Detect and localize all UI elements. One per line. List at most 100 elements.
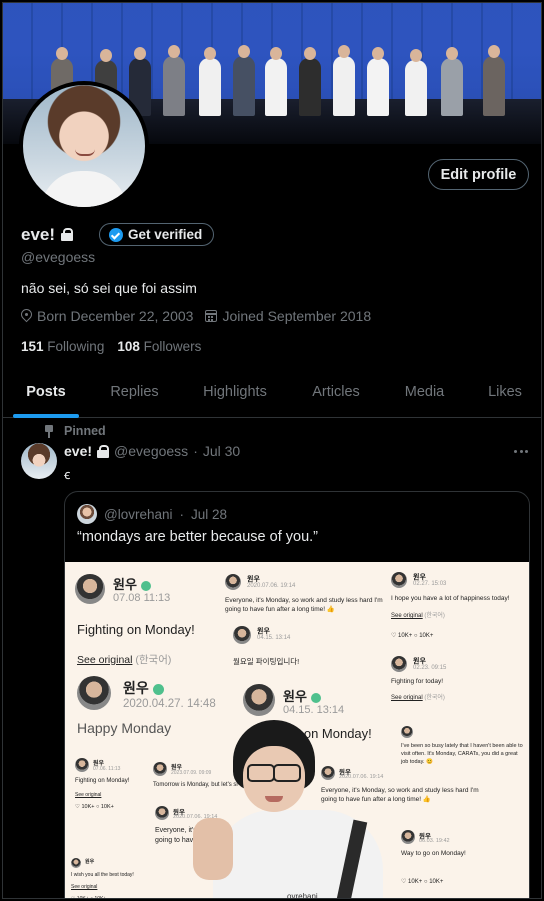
quoted-post-header: @lovrehani · Jul 28 (77, 504, 227, 524)
card-date: 04.15. 13:14 (257, 635, 291, 641)
post-author-handle[interactable]: @evegoess (114, 443, 188, 459)
card-name: 원우 (413, 658, 426, 665)
quoted-post-text: “mondays are better because of you.” (77, 529, 318, 545)
tab-articles[interactable]: Articles (290, 366, 382, 418)
profile-tabs: Posts Replies Highlights Articles Media … (3, 366, 541, 418)
quoted-post-date: Jul 28 (191, 506, 228, 522)
tab-media-label: Media (404, 384, 445, 400)
quoted-post-image[interactable]: 원우 07.08 11:13 Fighting on Monday! See o… (65, 562, 529, 899)
image-watermark: ovrehani (287, 892, 318, 899)
active-tab-indicator (13, 414, 79, 418)
pinned-label: Pinned (64, 424, 106, 438)
tab-highlights-label: Highlights (203, 384, 267, 400)
card-name: 원우 (247, 576, 260, 583)
card-name: 원우 (113, 577, 137, 592)
pin-icon (44, 424, 54, 438)
card-message: I hope you have a lot of happiness today… (391, 595, 510, 602)
see-original-link: See original (391, 613, 423, 619)
likes-count: 10K+ (76, 896, 89, 899)
post-date[interactable]: Jul 30 (203, 443, 240, 459)
following-link[interactable]: 151 Following (21, 339, 104, 354)
card-message: I wish you all the best today! (71, 872, 134, 878)
card-message: Everyone, it's Monday, so work and study… (225, 597, 383, 613)
quoted-author-handle: @lovrehani (104, 506, 173, 522)
followers-link[interactable]: 108 Followers (117, 339, 201, 354)
tab-posts-label: Posts (26, 384, 66, 400)
profile-page: Edit profile eve! Get verified @evegoess… (2, 2, 542, 899)
tab-articles-label: Articles (312, 384, 360, 400)
followers-count: 108 (117, 339, 140, 354)
birthday-item: Born December 22, 2003 (21, 308, 193, 324)
separator-dot: · (179, 506, 185, 522)
location-pin-icon (21, 309, 32, 323)
separator-dot: · (193, 443, 198, 459)
card-message: 월요일 파이팅입니다! (233, 657, 300, 666)
card-message: Way to go on Monday! (401, 850, 466, 857)
card-name: 원우 (123, 680, 149, 696)
get-verified-button[interactable]: Get verified (99, 223, 215, 246)
post-author-avatar[interactable] (21, 443, 57, 479)
tab-highlights[interactable]: Highlights (180, 366, 290, 418)
lock-icon (61, 228, 74, 241)
card-date: 04.15. 13:14 (283, 704, 345, 716)
comments-count: 10K+ (100, 804, 114, 810)
verified-badge-icon (109, 227, 124, 242)
card-message: Happy Monday (77, 720, 172, 736)
tab-replies-label: Replies (110, 384, 159, 400)
comments-count: 10K+ (429, 879, 444, 885)
post-author-name[interactable]: eve! (64, 443, 92, 459)
see-original-link: See original (77, 654, 133, 666)
joined-item: Joined September 2018 (205, 308, 371, 324)
followers-label: Followers (143, 339, 202, 354)
comments-count: 10K+ (94, 896, 107, 899)
likes-count: 10K+ (398, 633, 413, 639)
tab-replies[interactable]: Replies (89, 366, 180, 418)
post-text: ꞓ (64, 467, 71, 482)
following-count: 151 (21, 339, 44, 354)
tab-likes[interactable]: Likes (467, 366, 541, 418)
card-date: 2020.04.27. 14:48 (123, 698, 216, 710)
tab-posts[interactable]: Posts (3, 366, 89, 418)
follow-stats: 151 Following 108 Followers (21, 339, 201, 354)
display-name: eve! (21, 224, 56, 244)
following-label: Following (47, 339, 105, 354)
card-message: Fighting on Monday! (75, 778, 130, 784)
see-original-link: See original (71, 884, 98, 890)
card-message: I've been so busy lately that I haven't … (401, 743, 523, 765)
quoted-author-avatar (77, 504, 97, 524)
comments-count: 10K+ (419, 633, 434, 639)
profile-bio: não sei, só sei que foi assim (21, 280, 197, 296)
korean-tag: (한국어) (424, 613, 445, 619)
card-date: 02.23. 09:15 (413, 665, 447, 671)
calendar-icon (205, 310, 218, 322)
card-date: 02.27. 15:03 (413, 581, 447, 587)
tab-likes-label: Likes (488, 384, 522, 400)
card-message: Fighting on Monday! (77, 622, 195, 637)
post-header: eve! @evegoess · Jul 30 (64, 443, 240, 459)
joined-text: Joined September 2018 (222, 308, 372, 324)
card-date: 07.08 11:13 (113, 592, 171, 604)
likes-count: 10K+ (408, 879, 423, 885)
lock-icon (97, 444, 110, 458)
likes-count: 10K+ (81, 804, 95, 810)
profile-meta: Born December 22, 2003 Joined September … (21, 308, 383, 324)
card-message: Fighting for today! (391, 678, 444, 685)
card-name: 원우 (85, 859, 95, 865)
name-row: eve! Get verified (21, 223, 215, 246)
pinned-indicator: Pinned (44, 424, 106, 438)
korean-tag: (한국어) (424, 695, 445, 701)
get-verified-label: Get verified (128, 227, 203, 242)
see-original-link: See original (391, 695, 423, 701)
quoted-post[interactable]: @lovrehani · Jul 28 “mondays are better … (64, 491, 530, 899)
see-original-link: See original (75, 792, 102, 798)
card-date: 07.06. 11:13 (93, 766, 121, 772)
card-name: 원우 (413, 574, 426, 581)
card-name: 원우 (283, 689, 307, 704)
photo-cutout: ovrehani (193, 720, 403, 899)
profile-handle: @evegoess (21, 249, 96, 265)
profile-avatar[interactable] (19, 81, 149, 211)
edit-profile-button[interactable]: Edit profile (428, 159, 529, 190)
tab-media[interactable]: Media (382, 366, 467, 418)
card-date: 2020.07.06. 19:14 (247, 583, 296, 589)
more-options-icon[interactable] (514, 450, 528, 453)
